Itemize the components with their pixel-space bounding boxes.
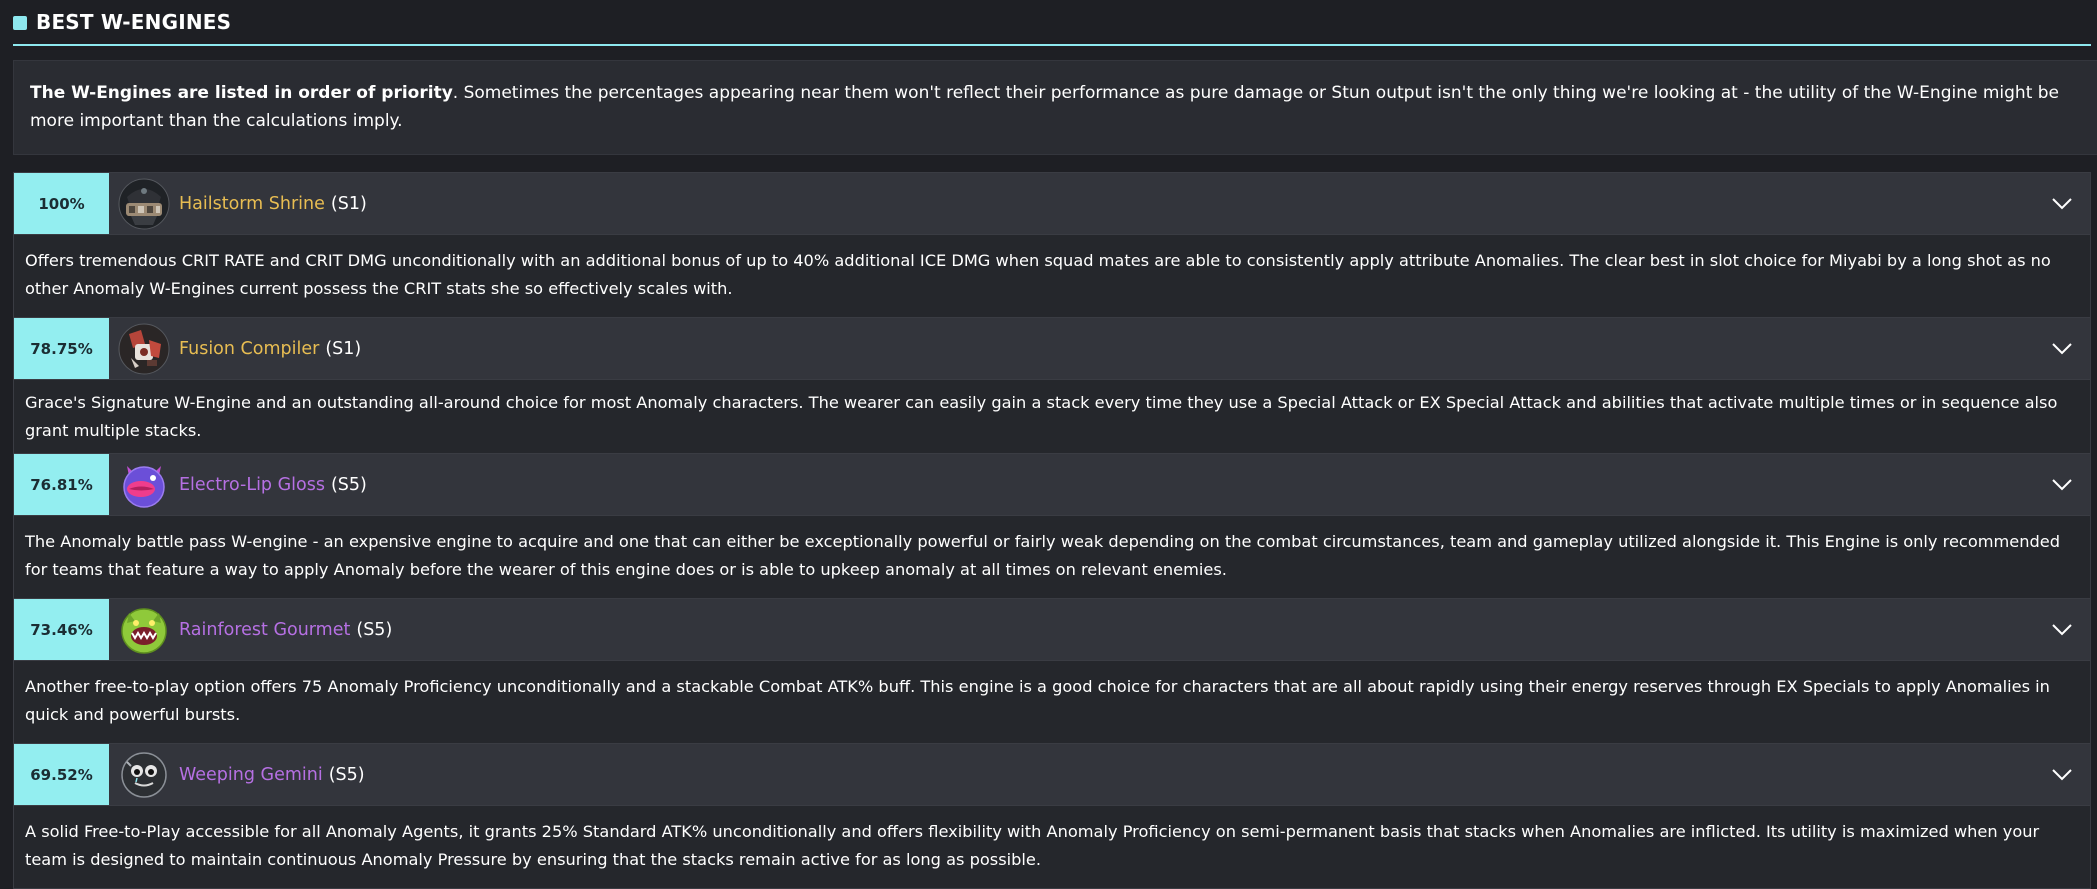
w-engine-rank: (S5) — [328, 764, 365, 785]
w-engine-header-fusion-compiler[interactable]: 78.75% Fusion Compiler (S1) — [14, 318, 2090, 380]
w-engine-rank: (S5) — [356, 619, 393, 640]
fusion-compiler-icon — [118, 323, 170, 374]
w-engine-item: 78.75% Fusion Compiler (S1) Grace's Sign… — [13, 317, 2091, 453]
w-engine-name[interactable]: Rainforest Gourmet — [179, 620, 350, 640]
w-engine-description: A solid Free-to-Play accessible for all … — [14, 806, 2090, 888]
w-engine-name[interactable]: Electro-Lip Gloss — [179, 475, 325, 495]
percent-badge: 78.75% — [14, 318, 109, 379]
w-engine-item: 100% Hailstorm Shrine (S1) Offers tremen… — [13, 172, 2091, 317]
w-engine-list: 100% Hailstorm Shrine (S1) Offers tremen… — [13, 172, 2091, 889]
electro-lip-gloss-icon — [123, 465, 165, 508]
w-engine-description: Offers tremendous CRIT RATE and CRIT DMG… — [14, 235, 2090, 317]
intro-note: The W-Engines are listed in order of pri… — [13, 60, 2097, 155]
chevron-down-icon[interactable] — [2052, 342, 2072, 355]
section-title: BEST W-ENGINES — [36, 10, 232, 34]
w-engine-description: The Anomaly battle pass W-engine - an ex… — [14, 516, 2090, 598]
w-engine-header-weeping-gemini[interactable]: 69.52% Weeping Gemini (S5) — [14, 744, 2090, 806]
intro-bold-text: The W-Engines are listed in order of pri… — [30, 83, 453, 103]
w-engine-description: Grace's Signature W-Engine and an outsta… — [14, 380, 2090, 453]
w-engine-rank: (S1) — [330, 193, 367, 214]
w-engine-header-hailstorm-shrine[interactable]: 100% Hailstorm Shrine (S1) — [14, 173, 2090, 235]
w-engine-name[interactable]: Weeping Gemini — [179, 765, 323, 785]
percent-badge: 76.81% — [14, 454, 109, 515]
w-engine-rank: (S1) — [325, 338, 362, 359]
section-marker-icon — [13, 16, 27, 30]
chevron-down-icon[interactable] — [2052, 197, 2072, 210]
w-engine-header-electro-lip-gloss[interactable]: 76.81% Electro-Lip Gloss (S5) — [14, 454, 2090, 516]
chevron-down-icon[interactable] — [2052, 623, 2072, 636]
w-engine-name[interactable]: Fusion Compiler — [179, 339, 319, 359]
hailstorm-shrine-icon — [118, 178, 170, 229]
w-engine-name[interactable]: Hailstorm Shrine — [179, 194, 325, 214]
w-engine-description: Another free-to-play option offers 75 An… — [14, 661, 2090, 743]
weeping-gemini-icon — [121, 751, 167, 798]
w-engine-header-rainforest-gourmet[interactable]: 73.46% Rainforest Gourmet (S5) — [14, 599, 2090, 661]
w-engine-item: 76.81% Electro-Lip Gloss (S5) The Anomal… — [13, 453, 2091, 598]
section-header: BEST W-ENGINES — [13, 0, 2091, 46]
chevron-down-icon[interactable] — [2052, 478, 2072, 491]
rainforest-gourmet-icon — [121, 607, 167, 654]
percent-badge: 69.52% — [14, 744, 109, 805]
w-engine-rank: (S5) — [330, 474, 367, 495]
w-engine-item: 69.52% Weeping Gemini (S5) A solid Free-… — [13, 743, 2091, 889]
chevron-down-icon[interactable] — [2052, 768, 2072, 781]
w-engine-item: 73.46% Rainforest Gourmet (S5) Another f… — [13, 598, 2091, 743]
percent-badge: 100% — [14, 173, 109, 234]
percent-badge: 73.46% — [14, 599, 109, 660]
